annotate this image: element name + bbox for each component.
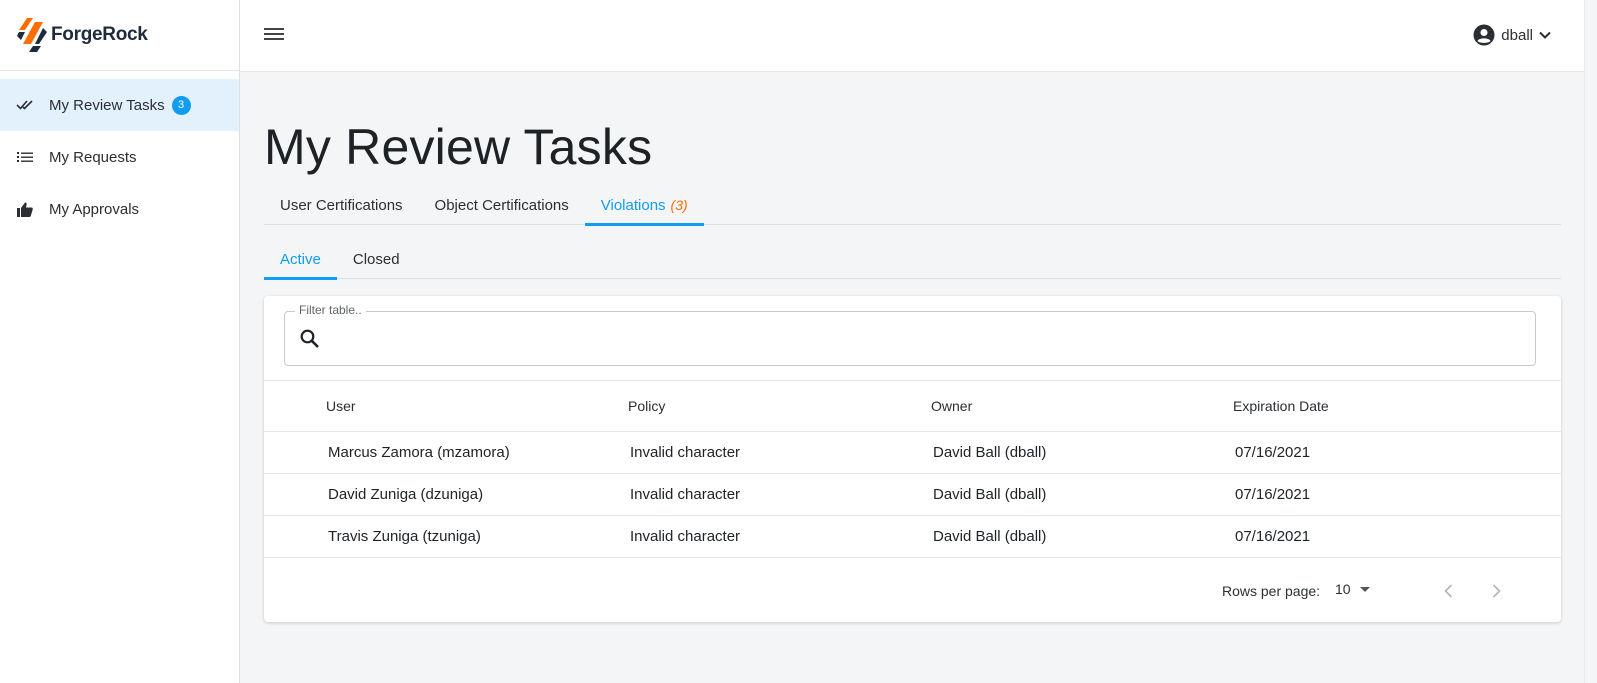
cell-expiration-date: 07/16/2021 [1235, 444, 1311, 461]
user-avatar-icon [1473, 24, 1495, 46]
username: dball [1501, 26, 1533, 44]
violations-card: Filter table.. User Policy Owner Expirat… [264, 296, 1561, 622]
tab-label: Closed [352, 250, 400, 268]
cell-policy: Invalid character [630, 486, 741, 503]
cell-expiration-date: 07/16/2021 [1235, 486, 1311, 503]
sidebar-item-label: My Review Tasks [49, 96, 165, 114]
brand-name: ForgeRock [51, 24, 148, 45]
top-bar: dball [240, 0, 1584, 72]
tab-violations[interactable]: Violations (3) [584, 185, 704, 226]
sidebar-item-my-requests[interactable]: My Requests [0, 131, 239, 183]
filter-field[interactable]: Filter table.. [284, 303, 1536, 366]
sidebar-item-label: My Approvals [49, 200, 140, 218]
forgerock-logo-icon [17, 18, 47, 52]
status-tabs: Active Closed [264, 239, 1561, 280]
column-header-owner[interactable]: Owner [931, 381, 972, 431]
table-row[interactable]: Travis Zuniga (tzuniga) Invalid characte… [264, 516, 1561, 558]
filter-input[interactable] [331, 320, 1521, 358]
thumbs-up-icon [16, 200, 34, 218]
table-row[interactable]: Marcus Zamora (mzamora) Invalid characte… [264, 432, 1561, 474]
double-check-icon [16, 96, 34, 114]
cell-policy: Invalid character [630, 528, 741, 545]
table-header: User Policy Owner Expiration Date [264, 380, 1561, 432]
tab-label: Object Certifications [434, 196, 569, 214]
user-menu[interactable]: dball [1473, 24, 1552, 46]
cell-owner: David Ball (dball) [933, 528, 1047, 545]
brand[interactable]: ForgeRock [0, 0, 239, 71]
violations-count: (3) [670, 197, 688, 213]
rows-per-page-select[interactable]: 10 [1335, 581, 1370, 597]
sidebar-item-my-approvals[interactable]: My Approvals [0, 183, 239, 235]
tab-label: Active [280, 250, 321, 268]
chevron-down-icon [1539, 31, 1551, 39]
page-title: My Review Tasks [264, 119, 653, 175]
pagination: Rows per page: 10 [264, 561, 1561, 622]
review-tasks-count-badge: 3 [171, 95, 191, 115]
cell-user: Travis Zuniga (tzuniga) [328, 528, 481, 545]
cell-user: Marcus Zamora (mzamora) [328, 444, 510, 461]
sidebar-item-my-review-tasks[interactable]: My Review Tasks 3 [0, 79, 239, 131]
tab-user-certifications[interactable]: User Certifications [264, 185, 419, 225]
cell-policy: Invalid character [630, 444, 741, 461]
app: ForgeRock My Review Tasks 3 My Requests … [0, 0, 1597, 683]
violations-table: User Policy Owner Expiration Date Marcus… [264, 380, 1561, 558]
tab-label: Violations [600, 196, 666, 214]
tab-active[interactable]: Active [264, 239, 337, 280]
tab-object-certifications[interactable]: Object Certifications [419, 185, 585, 225]
tab-label: User Certifications [280, 196, 403, 214]
rows-per-page-label: Rows per page: [1222, 583, 1321, 599]
search-icon [300, 329, 319, 348]
hamburger-menu-icon[interactable] [264, 26, 284, 44]
previous-page-icon[interactable] [1439, 581, 1459, 601]
cell-expiration-date: 07/16/2021 [1235, 528, 1311, 545]
sidebar-item-label: My Requests [49, 148, 137, 166]
cell-owner: David Ball (dball) [933, 444, 1047, 461]
column-header-user[interactable]: User [326, 381, 356, 431]
tab-closed[interactable]: Closed [337, 239, 416, 279]
rows-per-page-value: 10 [1335, 581, 1351, 597]
column-header-policy[interactable]: Policy [628, 381, 665, 431]
cell-owner: David Ball (dball) [933, 486, 1047, 503]
caret-down-icon [1359, 586, 1370, 592]
table-row[interactable]: David Zuniga (dzuniga) Invalid character… [264, 474, 1561, 516]
sidebar-nav: My Review Tasks 3 My Requests My Approva… [0, 71, 239, 235]
sidebar: ForgeRock My Review Tasks 3 My Requests … [0, 0, 240, 683]
filter-label: Filter table.. [295, 303, 366, 317]
certification-tabs: User Certifications Object Certification… [264, 185, 1561, 226]
list-icon [16, 148, 34, 166]
next-page-icon[interactable] [1486, 581, 1506, 601]
column-header-expiration-date[interactable]: Expiration Date [1233, 381, 1329, 431]
cell-user: David Zuniga (dzuniga) [328, 486, 484, 503]
scrollbar-track[interactable] [1584, 0, 1597, 683]
